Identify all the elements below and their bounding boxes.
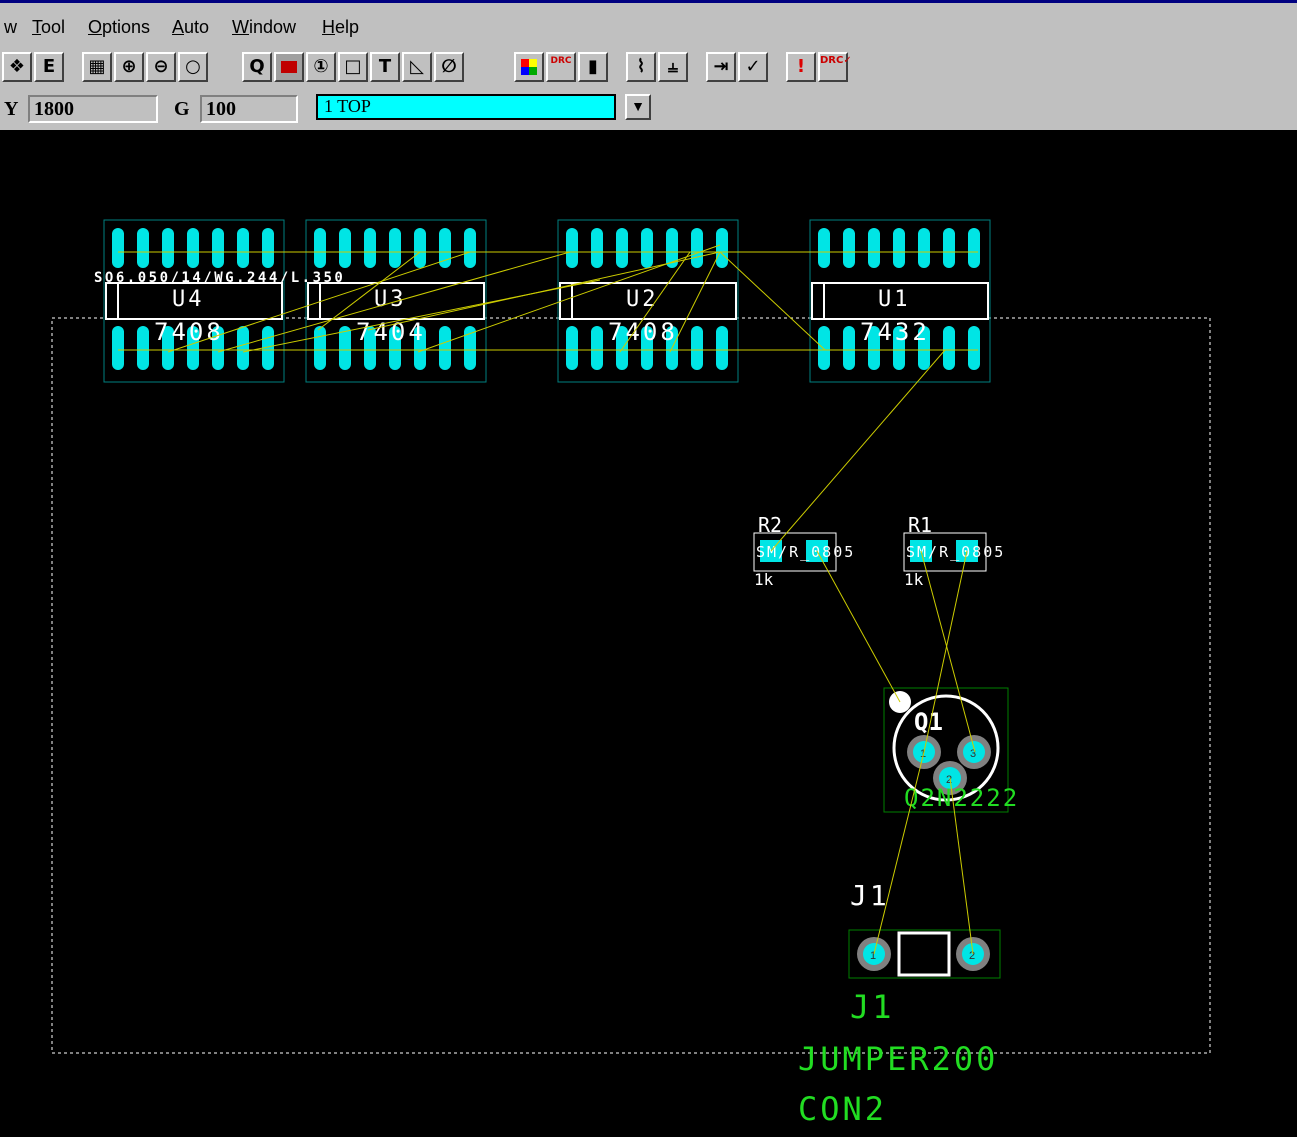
pad: [691, 228, 703, 268]
pad: [389, 228, 401, 268]
r1-value: 1k: [904, 570, 924, 589]
pad: [818, 228, 830, 268]
export-icon[interactable]: ✓: [738, 52, 768, 82]
pad: [943, 228, 955, 268]
connection-icon[interactable]: ▮: [578, 52, 608, 82]
pad: [137, 326, 149, 370]
pad: [212, 228, 224, 268]
g-label: G: [174, 98, 190, 120]
pad: [414, 228, 426, 268]
autoroute-icon[interactable]: ⌇: [626, 52, 656, 82]
j1-ref: J1: [850, 879, 890, 912]
footprint-label: SO6.050/14/WG.244/L.350: [94, 270, 345, 286]
find-icon[interactable]: ❖: [2, 52, 32, 82]
query-icon[interactable]: Q: [242, 52, 272, 82]
menu-bar: w Tool Options Auto Window Help: [0, 0, 1297, 44]
pad: [968, 228, 980, 268]
y-coordinate-field: 1800: [28, 95, 158, 123]
grid-icon[interactable]: ▦: [82, 52, 112, 82]
no-connect-icon[interactable]: ∅: [434, 52, 464, 82]
pad: [893, 228, 905, 268]
zoom-in-icon[interactable]: ⊕: [114, 52, 144, 82]
chevron-down-icon[interactable]: ▼: [625, 94, 651, 120]
r2-footprint: SM/R_0805: [756, 543, 855, 561]
ic-value: 7408: [154, 318, 224, 346]
pad: [187, 228, 199, 268]
error-icon[interactable]: !: [786, 52, 816, 82]
pad: [364, 228, 376, 268]
pcb-canvas[interactable]: U47408U37404U27408U17432 SO6.050/14/WG.2…: [0, 130, 1297, 1137]
q1-pin-3: 3: [970, 748, 976, 760]
pad: [262, 228, 274, 268]
r2-value: 1k: [754, 570, 774, 589]
ic-value: 7408: [608, 318, 678, 346]
ic-value: 7432: [860, 318, 930, 346]
menu-tool[interactable]: Tool: [32, 17, 65, 38]
pad: [112, 228, 124, 268]
pad: [868, 228, 880, 268]
pad: [314, 228, 326, 268]
note-icon[interactable]: □: [338, 52, 368, 82]
pad: [616, 228, 628, 268]
pad: [112, 326, 124, 370]
text-icon[interactable]: T: [370, 52, 400, 82]
toolbar: ❖ E ▦ ⊕ ⊖ ○ Q ① □ T ◺ ∅ DRC ▮ ⌇ ⫨ ⇥ ✓ ! …: [0, 44, 1297, 90]
pad: [237, 326, 249, 370]
pad: [691, 326, 703, 370]
pad: [566, 228, 578, 268]
menu-options[interactable]: Options: [88, 17, 150, 38]
pad: [339, 228, 351, 268]
pad: [716, 326, 728, 370]
menu-auto[interactable]: Auto: [172, 17, 209, 38]
pad: [943, 326, 955, 370]
route-icon[interactable]: ◺: [402, 52, 432, 82]
pad: [439, 326, 451, 370]
pad: [137, 228, 149, 268]
menu-help[interactable]: Help: [322, 17, 359, 38]
ic-ref: U2: [626, 287, 659, 312]
ic-ref: U1: [878, 287, 911, 312]
pad: [591, 228, 603, 268]
split-icon[interactable]: ⫨: [658, 52, 688, 82]
j1-pin-2: 2: [969, 950, 975, 962]
r1-ref: R1: [908, 513, 932, 537]
zoom-out-icon[interactable]: ⊖: [146, 52, 176, 82]
j1-name: J1: [850, 988, 895, 1026]
pad: [237, 228, 249, 268]
layer-select[interactable]: 1 TOP: [316, 94, 616, 120]
ic-ref: U4: [172, 287, 205, 312]
pad: [843, 228, 855, 268]
pad: [918, 228, 930, 268]
pad: [641, 228, 653, 268]
component-icon[interactable]: [274, 52, 304, 82]
pad: [716, 228, 728, 268]
drc-colors-icon[interactable]: DRC: [546, 52, 576, 82]
pad: [843, 326, 855, 370]
menu-view[interactable]: w: [4, 17, 17, 38]
menu-window[interactable]: Window: [232, 17, 296, 38]
r2-ref: R2: [758, 513, 782, 537]
coordinate-bar: Y 1800 G 100 1 TOP ▼: [0, 90, 1297, 131]
y-label: Y: [4, 98, 19, 120]
pad: [162, 228, 174, 268]
eco-icon[interactable]: E: [34, 52, 64, 82]
j1-type: CON2: [798, 1090, 887, 1128]
pad: [464, 228, 476, 268]
pad: [968, 326, 980, 370]
j1-pin-1: 1: [870, 950, 876, 962]
q1-value: Q2N2222: [904, 784, 1019, 812]
pad: [566, 326, 578, 370]
zoom-fit-icon[interactable]: ○: [178, 52, 208, 82]
import-icon[interactable]: ⇥: [706, 52, 736, 82]
drc-check-icon[interactable]: DRC✓: [818, 52, 852, 82]
j1-value: JUMPER200: [798, 1040, 998, 1078]
grid-field[interactable]: 100: [200, 95, 298, 123]
pad: [314, 326, 326, 370]
pin-number-icon[interactable]: ①: [306, 52, 336, 82]
pad: [818, 326, 830, 370]
layer-colors-icon[interactable]: [514, 52, 544, 82]
pad: [591, 326, 603, 370]
